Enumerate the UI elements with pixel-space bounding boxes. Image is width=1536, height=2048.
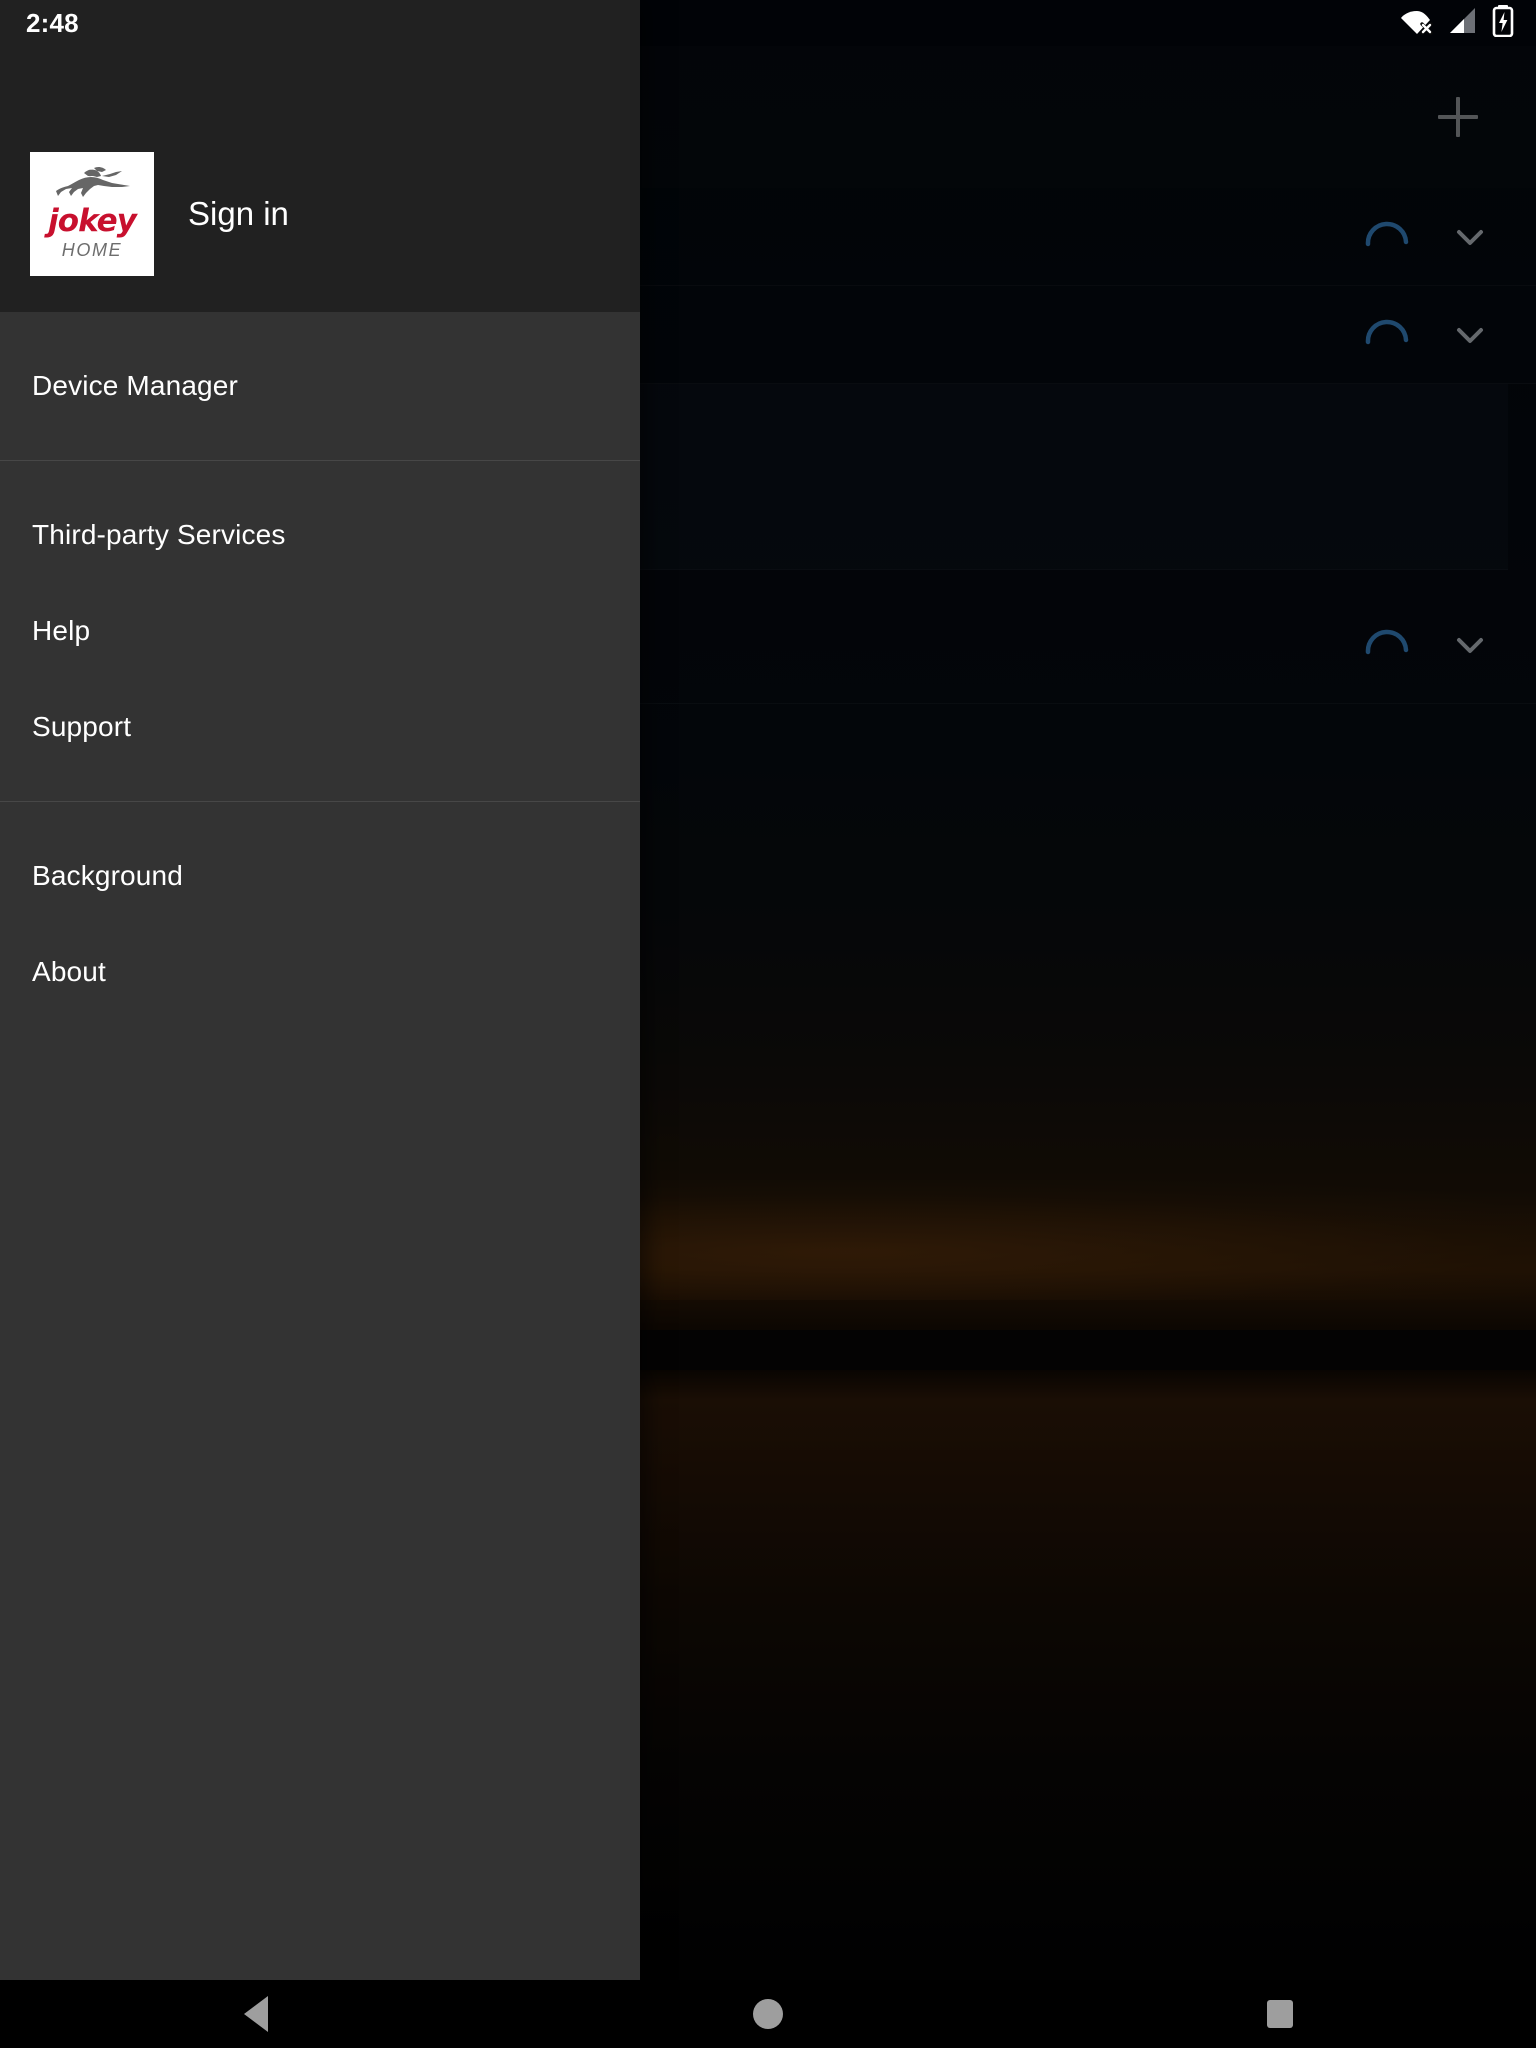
group-bottom-padding xyxy=(0,775,640,801)
drawer-item-label: About xyxy=(32,956,106,987)
drawer-item-label: Help xyxy=(32,615,91,646)
jokey-horse-icon xyxy=(50,166,134,205)
group-bottom-padding xyxy=(0,434,640,460)
recents-square-icon xyxy=(1267,2000,1293,2028)
drawer-item-third-party-services[interactable]: Third-party Services xyxy=(0,487,640,583)
battery-charging-icon xyxy=(1492,4,1514,42)
group-top-padding xyxy=(0,461,640,487)
sign-in-label[interactable]: Sign in xyxy=(188,195,289,233)
back-triangle-icon xyxy=(244,1996,268,2032)
drawer-header: jokey HOME Sign in xyxy=(0,0,640,312)
drawer-item-about[interactable]: About xyxy=(0,924,640,1020)
drawer-item-support[interactable]: Support xyxy=(0,679,640,775)
home-circle-icon xyxy=(753,1999,783,2029)
wifi-disconnected-icon xyxy=(1400,6,1434,41)
drawer-item-background[interactable]: Background xyxy=(0,828,640,924)
navigation-drawer: jokey HOME Sign in Device Manager Third-… xyxy=(0,0,640,1980)
drawer-item-device-manager[interactable]: Device Manager xyxy=(0,338,640,434)
cellular-signal-icon xyxy=(1448,6,1478,41)
logo-wordmark: jokey xyxy=(48,202,137,239)
drawer-group-services: Third-party Services Help Support xyxy=(0,460,640,801)
drawer-item-help[interactable]: Help xyxy=(0,583,640,679)
account-sign-in-row[interactable]: jokey HOME Sign in xyxy=(0,152,289,276)
group-top-padding xyxy=(0,802,640,828)
status-bar-clock: 2:48 xyxy=(26,7,79,38)
drawer-group-settings: Background About xyxy=(0,801,640,1020)
logo-subword: HOME xyxy=(61,239,123,260)
nav-recents-button[interactable] xyxy=(1220,1980,1340,2048)
drawer-item-label: Support xyxy=(32,711,132,742)
drawer-group-primary: Device Manager xyxy=(0,312,640,460)
nav-home-button[interactable] xyxy=(708,1980,828,2048)
jokey-home-logo: jokey HOME xyxy=(30,152,154,276)
drawer-item-label: Third-party Services xyxy=(32,519,286,550)
nav-back-button[interactable] xyxy=(196,1980,316,2048)
group-top-padding xyxy=(0,312,640,338)
status-bar: 2:48 xyxy=(0,0,1536,46)
drawer-empty-space xyxy=(0,1020,640,1980)
android-navigation-bar xyxy=(0,1980,1536,2048)
status-bar-icons xyxy=(1400,4,1514,42)
phone-screen: jokey HOME Sign in Device Manager Third-… xyxy=(0,0,1536,2048)
drawer-item-label: Background xyxy=(32,860,183,891)
drawer-item-label: Device Manager xyxy=(32,370,238,401)
